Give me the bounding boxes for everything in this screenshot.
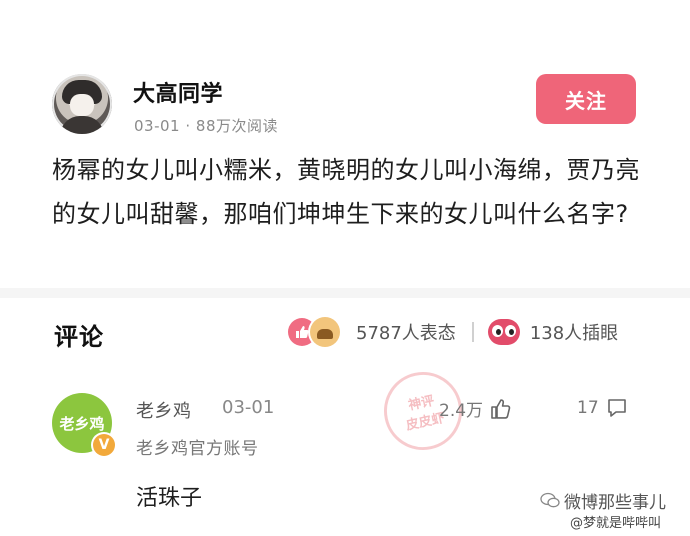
comment-text: 活珠子 [136,486,203,511]
reaction-summary[interactable]: 5787人表态 138人插眼 [288,314,618,350]
reaction-icons [288,315,352,349]
commenter-name[interactable]: 老乡鸡 [136,397,192,423]
thumbs-up-icon [491,398,511,419]
author-avatar[interactable] [52,74,112,134]
follow-button[interactable]: 关注 [536,74,636,124]
watermark-title: 微博那些事儿 [564,493,666,513]
reply-icon [607,399,626,417]
comment-reply-count: 17 [577,398,599,418]
clap-reaction-icon [310,317,340,347]
eyes-icon [487,319,520,345]
post-views: 88万次阅读 [195,117,279,135]
section-divider [0,288,690,298]
watermark-handle: @梦就是哔哔叫 [570,516,662,531]
comment-reply-button[interactable]: 17 [577,396,629,420]
comment-like-count: 2.4万 [439,401,484,421]
reaction-count: 5787人表态 [356,323,456,344]
eye-count: 138人插眼 [529,323,619,344]
post-meta: 03-01 · 88万次阅读 [134,117,279,135]
reaction-separator [471,322,474,342]
post-text: 杨幂的女儿叫小糯米，黄晓明的女儿叫小海绵，贾乃亮的女儿叫甜馨，那咱们坤坤生下来的… [52,156,640,228]
commenter-role: 老乡鸡官方账号 [136,439,259,459]
author-name[interactable]: 大高同学 [133,76,223,108]
wechat-icon [540,492,560,508]
comment-date: 03-01 [222,397,275,418]
comments-title: 评论 [54,323,104,351]
verified-badge-icon: V [93,434,115,456]
post-date: 03-01 [134,117,181,135]
comment-like-button[interactable]: 2.4万 [439,396,513,421]
